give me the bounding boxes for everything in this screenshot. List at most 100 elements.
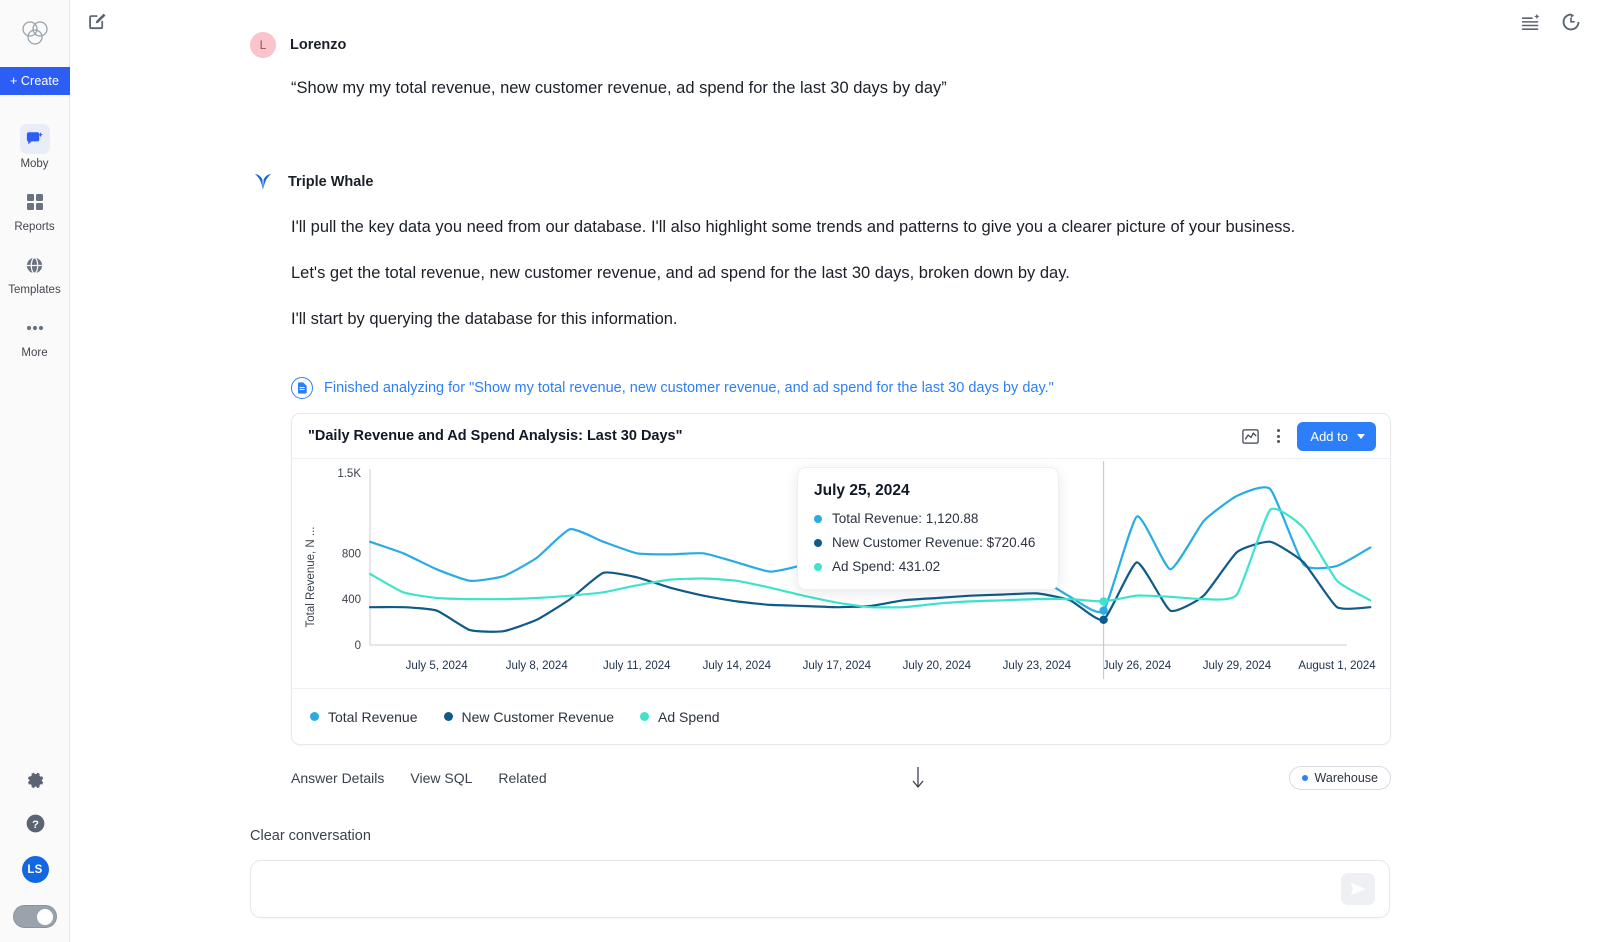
x-axis-tick-label: July 8, 2024 — [506, 660, 569, 672]
x-axis-tick-label: July 14, 2024 — [703, 660, 772, 672]
warehouse-label: Warehouse — [1315, 771, 1378, 785]
analyzing-status[interactable]: Finished analyzing for "Show my total re… — [250, 377, 1480, 399]
clear-conversation-button[interactable]: Clear conversation — [250, 828, 1480, 844]
help-button[interactable]: ? — [25, 813, 46, 834]
tooltip-text: Ad Spend: 431.02 — [832, 559, 940, 574]
conversation-content: L Lorenzo “Show my my total revenue, new… — [70, 32, 1600, 918]
chat-sparkle-icon — [25, 130, 44, 149]
answer-tabs: Answer Details View SQL Related — [291, 770, 547, 786]
chart-plot-area: 04008001.5KTotal Revenue, N ...July 5, 2… — [292, 459, 1390, 688]
sidebar-item-label: Templates — [8, 283, 60, 297]
legend-dot — [640, 712, 649, 721]
summarize-button[interactable] — [1520, 12, 1542, 32]
document-icon — [297, 382, 308, 394]
chart-card-actions: Add to — [1241, 422, 1376, 451]
triple-whale-logo — [250, 169, 276, 195]
legend-dot — [444, 712, 453, 721]
user-question-text: “Show my my total revenue, new customer … — [250, 76, 1480, 100]
warehouse-badge[interactable]: Warehouse — [1289, 766, 1391, 790]
x-axis-tick-label: July 23, 2024 — [1003, 660, 1072, 672]
legend-label: Ad Spend — [658, 709, 720, 725]
create-button[interactable]: + Create — [0, 67, 70, 95]
edit-square-icon — [86, 11, 108, 33]
add-to-button[interactable]: Add to — [1297, 422, 1376, 451]
sidebar-item-label: Reports — [14, 220, 54, 234]
highlight-point-total-revenue — [1099, 606, 1107, 614]
triple-whale-tail-icon — [251, 170, 275, 194]
x-axis-tick-label: July 11, 2024 — [603, 660, 671, 672]
tooltip-dot-new-customer-revenue — [814, 539, 822, 547]
question-circle-icon: ? — [25, 813, 46, 834]
status-dot — [1302, 775, 1308, 781]
kebab-dot — [1277, 435, 1280, 438]
user-avatar[interactable]: LS — [22, 856, 49, 883]
clock-history-icon — [1560, 11, 1582, 33]
sidebar-item-moby[interactable]: Moby — [0, 117, 69, 180]
bot-paragraph: Let's get the total revenue, new custome… — [291, 261, 1480, 285]
grid-squares-icon-box — [20, 187, 50, 217]
sidebar-item-templates[interactable]: Templates — [0, 243, 69, 306]
legend-dot — [310, 712, 319, 721]
chart-card-footer: Answer Details View SQL Related Warehous… — [291, 763, 1391, 793]
legend-item-total-revenue[interactable]: Total Revenue — [310, 709, 418, 725]
tab-answer-details[interactable]: Answer Details — [291, 770, 384, 786]
sidebar: + Create Moby — [0, 0, 70, 942]
x-axis-tick-label: July 20, 2024 — [903, 660, 972, 672]
list-sparkle-icon — [1520, 12, 1542, 32]
scroll-down-area — [547, 765, 1289, 791]
app-root: + Create Moby — [0, 0, 1600, 942]
legend-item-new-customer-revenue[interactable]: New Customer Revenue — [444, 709, 615, 725]
bot-message-body: I'll pull the key data you need from our… — [250, 215, 1480, 331]
toggle-knob — [37, 909, 53, 925]
kebab-dot — [1277, 429, 1280, 432]
sidebar-item-reports[interactable]: Reports — [0, 180, 69, 243]
globe-icon-box — [20, 250, 50, 280]
theme-toggle[interactable] — [13, 905, 57, 928]
main-area: L Lorenzo “Show my my total revenue, new… — [70, 0, 1600, 942]
tooltip-dot-ad-spend — [814, 563, 822, 571]
tab-related[interactable]: Related — [498, 770, 546, 786]
tab-view-sql[interactable]: View SQL — [410, 770, 472, 786]
send-button[interactable] — [1341, 873, 1375, 905]
x-axis-tick-label: July 26, 2024 — [1103, 660, 1172, 672]
x-axis-tick-label: August 1, 2024 — [1298, 660, 1376, 672]
sidebar-item-more[interactable]: More — [0, 306, 69, 369]
sidebar-footer: ? LS — [0, 770, 70, 942]
chart-tooltip: July 25, 2024 Total Revenue: 1,120.88 Ne… — [797, 467, 1059, 590]
arrow-down-icon[interactable] — [910, 765, 926, 791]
bot-name: Triple Whale — [288, 174, 373, 190]
x-axis-tick-label: July 17, 2024 — [803, 660, 872, 672]
legend-label: New Customer Revenue — [462, 709, 615, 725]
x-axis-tick-label: July 29, 2024 — [1203, 660, 1272, 672]
bot-paragraph: I'll start by querying the database for … — [291, 307, 1480, 331]
grid-squares-icon — [26, 193, 44, 211]
message-composer[interactable] — [250, 860, 1390, 918]
gear-icon — [25, 770, 46, 791]
chart-menu-button[interactable] — [1274, 425, 1283, 447]
sidebar-nav: Moby Reports — [0, 117, 69, 369]
highlight-point-new-customer-revenue — [1099, 616, 1107, 624]
ellipsis-icon — [25, 324, 45, 332]
tooltip-text: New Customer Revenue: $720.46 — [832, 535, 1035, 550]
chevron-down-icon — [1357, 434, 1365, 439]
chart-type-button[interactable] — [1241, 427, 1260, 446]
bot-message-header: Triple Whale — [250, 169, 1480, 195]
tooltip-row: Ad Spend: 431.02 — [814, 559, 1042, 574]
new-chat-button[interactable] — [86, 11, 108, 33]
bot-paragraph: I'll pull the key data you need from our… — [291, 215, 1480, 239]
legend-label: Total Revenue — [328, 709, 418, 725]
chat-sparkle-icon-box — [20, 124, 50, 154]
y-axis-title: Total Revenue, N ... — [305, 527, 317, 628]
x-axis-tick-label: July 5, 2024 — [406, 660, 469, 672]
message-input[interactable] — [269, 881, 1341, 897]
tooltip-text: Total Revenue: 1,120.88 — [832, 511, 978, 526]
y-axis-tick-label: 0 — [355, 640, 361, 652]
settings-button[interactable] — [25, 770, 46, 791]
tooltip-dot-total-revenue — [814, 515, 822, 523]
app-logo[interactable] — [18, 16, 52, 55]
globe-icon — [25, 256, 44, 275]
chart-title: "Daily Revenue and Ad Spend Analysis: La… — [308, 428, 1241, 444]
history-button[interactable] — [1560, 11, 1582, 33]
legend-item-ad-spend[interactable]: Ad Spend — [640, 709, 720, 725]
tooltip-row: New Customer Revenue: $720.46 — [814, 535, 1042, 550]
